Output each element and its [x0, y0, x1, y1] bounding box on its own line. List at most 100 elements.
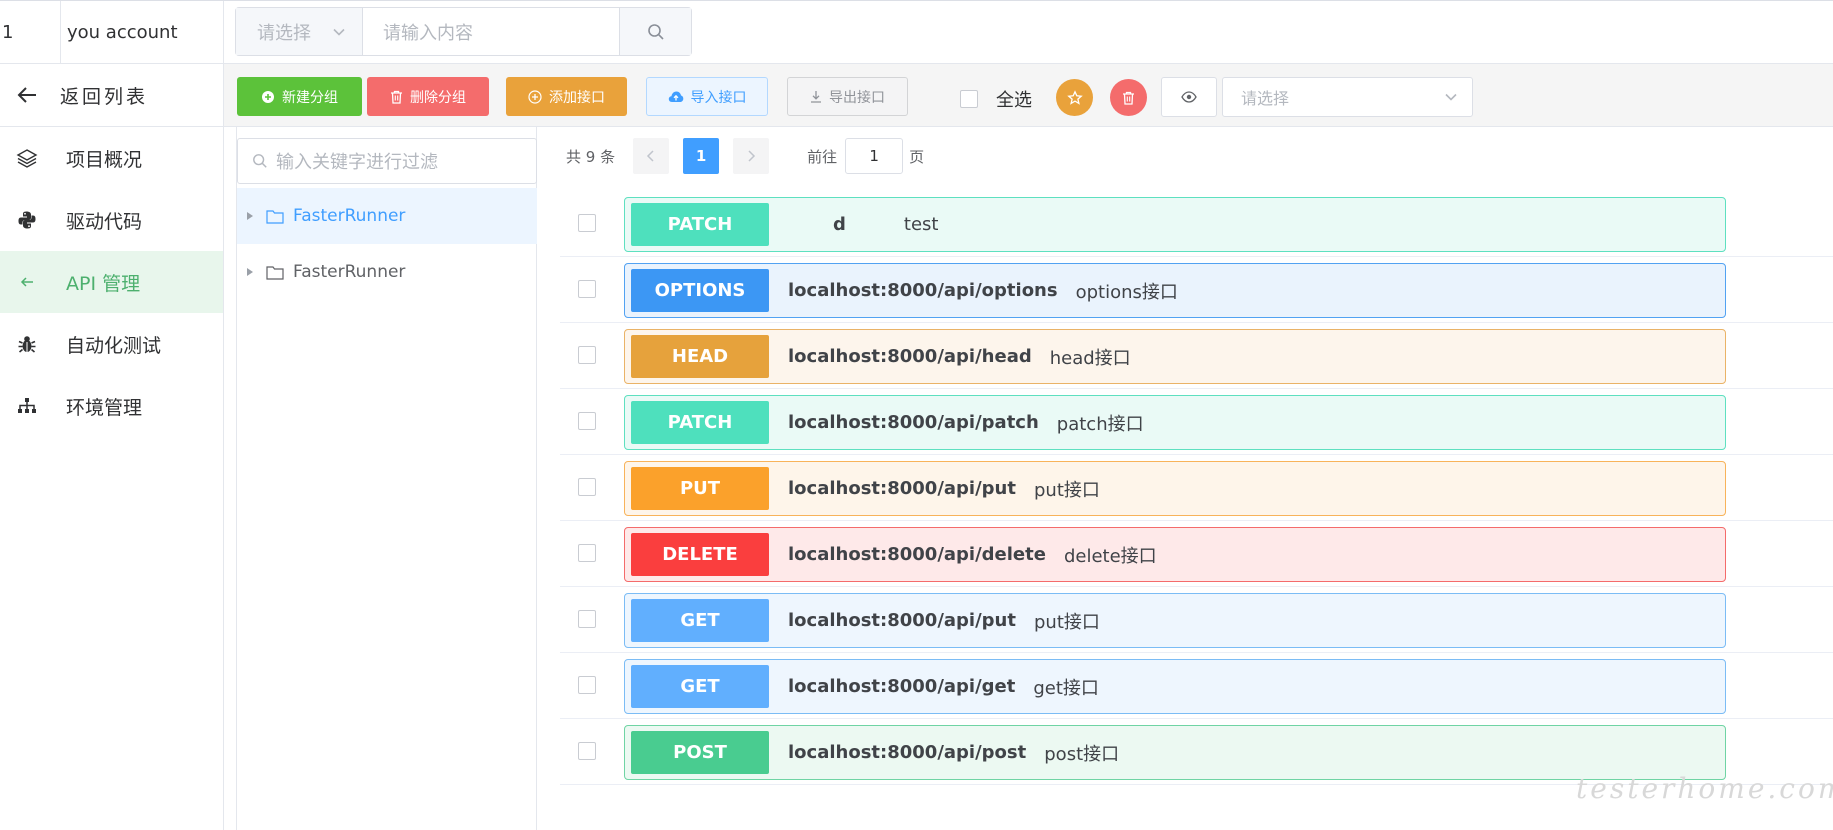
- api-name: options接口: [1075, 281, 1178, 303]
- api-card[interactable]: GET localhost:8000/api/put put接口: [624, 593, 1726, 648]
- arrow-left-icon: [17, 87, 36, 103]
- api-card[interactable]: PUT localhost:8000/api/put put接口: [624, 461, 1726, 516]
- chevron-left-icon: [647, 150, 654, 162]
- favorite-button[interactable]: [1056, 79, 1093, 116]
- new-group-label: 新建分组: [282, 89, 338, 106]
- api-card[interactable]: PATCH d test: [624, 197, 1726, 252]
- api-row-checkbox[interactable]: [578, 610, 596, 628]
- api-row: GET localhost:8000/api/put put接口: [560, 587, 1833, 653]
- sidebar-item-api-management[interactable]: API 管理: [0, 251, 223, 313]
- add-api-button[interactable]: 添加接口: [506, 77, 627, 116]
- goto-suffix: 页: [909, 147, 925, 166]
- api-row-checkbox[interactable]: [578, 346, 596, 364]
- api-name: put接口: [1033, 479, 1100, 501]
- api-name: get接口: [1033, 677, 1099, 699]
- api-row-checkbox[interactable]: [578, 742, 596, 760]
- api-url: localhost:8000/api/delete: [788, 544, 1046, 565]
- api-card[interactable]: OPTIONS localhost:8000/api/options options…: [624, 263, 1726, 318]
- sitemap-icon: [16, 395, 38, 417]
- caret-right-icon[interactable]: [247, 268, 253, 276]
- select-all-checkbox[interactable]: 全选: [960, 86, 1032, 112]
- api-card[interactable]: GET localhost:8000/api/get get接口: [624, 659, 1726, 714]
- back-to-list-button[interactable]: 返回列表: [0, 64, 223, 127]
- api-row-checkbox[interactable]: [578, 412, 596, 430]
- api-row: DELETE localhost:8000/api/delete delete接口: [560, 521, 1833, 587]
- api-row-checkbox[interactable]: [578, 280, 596, 298]
- delete-group-button[interactable]: 删除分组: [367, 77, 489, 116]
- plus-circle-icon: [262, 90, 274, 103]
- sidebar-item-label: API 管理: [66, 272, 141, 295]
- api-url: localhost:8000/api/head: [788, 346, 1032, 367]
- method-badge: PUT: [631, 467, 769, 510]
- api-row: HEAD localhost:8000/api/head head接口: [560, 323, 1833, 389]
- page-number[interactable]: 1: [683, 138, 720, 174]
- tree-node[interactable]: FasterRunner: [237, 244, 537, 300]
- method-badge: GET: [631, 599, 769, 642]
- api-url: localhost:8000/api/options: [788, 280, 1058, 301]
- search-type-placeholder: 请选择: [257, 22, 311, 44]
- sidebar-item-environment[interactable]: 环境管理: [0, 375, 223, 437]
- api-row-checkbox[interactable]: [578, 544, 596, 562]
- export-api-button[interactable]: 导出接口: [787, 77, 908, 116]
- watermark: testerhome.com: [1576, 772, 1833, 805]
- api-url: localhost:8000/api/patch: [788, 412, 1039, 433]
- sidebar-item-driver-code[interactable]: 驱动代码: [0, 189, 223, 251]
- prev-page-button[interactable]: [633, 138, 670, 174]
- api-card[interactable]: POST localhost:8000/api/post post接口: [624, 725, 1726, 780]
- sidebar-item-overview[interactable]: 项目概况: [0, 127, 223, 189]
- method-badge: POST: [631, 731, 769, 774]
- chevron-down-icon: [1445, 93, 1457, 101]
- api-card[interactable]: PATCH localhost:8000/api/patch patch接口: [624, 395, 1726, 450]
- new-group-button[interactable]: 新建分组: [237, 77, 362, 116]
- api-row-checkbox[interactable]: [578, 478, 596, 496]
- trash-icon: [1123, 91, 1134, 105]
- select-all-label: 全选: [996, 90, 1032, 111]
- tree-node-label: FasterRunner: [293, 262, 406, 282]
- download-icon: [811, 91, 821, 103]
- caret-right-icon[interactable]: [247, 212, 253, 220]
- folder-icon: [266, 265, 284, 280]
- api-name: patch接口: [1056, 413, 1144, 435]
- method-badge: PATCH: [631, 203, 769, 246]
- api-name: head接口: [1049, 347, 1131, 369]
- search-input[interactable]: 请输入内容: [363, 8, 619, 55]
- chevron-down-icon: [333, 28, 345, 36]
- api-name: delete接口: [1063, 545, 1157, 567]
- sidebar-item-label: 自动化测试: [66, 334, 162, 357]
- next-page-button[interactable]: [733, 138, 770, 174]
- bug-icon: [16, 333, 38, 355]
- api-row-checkbox[interactable]: [578, 214, 596, 232]
- import-api-button[interactable]: 导入接口: [646, 77, 768, 116]
- sidebar: 返回列表 项目概况 驱动代码 API 管理 自动化测试 环境管理: [0, 64, 224, 830]
- toolbar: 新建分组 删除分组 添加接口 导入接口 导出接口 全选 请选择: [224, 64, 1833, 127]
- goto-page-input[interactable]: 1: [845, 138, 904, 174]
- api-url: d: [833, 214, 846, 235]
- top-bar: 1 you account 请选择 请输入内容: [0, 0, 1833, 64]
- chevron-right-icon: [748, 150, 756, 162]
- search-button[interactable]: [619, 8, 691, 55]
- tree-node[interactable]: FasterRunner: [237, 188, 537, 244]
- delete-selected-button[interactable]: [1110, 79, 1147, 116]
- api-row-checkbox[interactable]: [578, 676, 596, 694]
- checkbox[interactable]: [960, 90, 978, 108]
- user-id: 1: [0, 1, 61, 64]
- api-card[interactable]: HEAD localhost:8000/api/head head接口: [624, 329, 1726, 384]
- api-row: PATCH d test: [560, 191, 1833, 257]
- api-url: localhost:8000/api/post: [788, 742, 1027, 763]
- filter-select[interactable]: 请选择: [1222, 77, 1473, 117]
- api-url: localhost:8000/api/get: [788, 676, 1016, 697]
- total-count: 共 9 条: [566, 147, 616, 166]
- tree-filter-input[interactable]: 输入关键字进行过滤: [237, 138, 537, 184]
- api-row: OPTIONS localhost:8000/api/options options…: [560, 257, 1833, 323]
- view-button[interactable]: [1161, 77, 1217, 117]
- api-row: PUT localhost:8000/api/put put接口: [560, 455, 1833, 521]
- sidebar-item-label: 驱动代码: [66, 210, 143, 233]
- api-card[interactable]: DELETE localhost:8000/api/delete delete接口: [624, 527, 1726, 582]
- api-url: localhost:8000/api/put: [788, 478, 1016, 499]
- sidebar-item-automation-test[interactable]: 自动化测试: [0, 313, 223, 375]
- cloud-upload-icon: [668, 91, 683, 102]
- account-name[interactable]: you account: [61, 1, 224, 64]
- search-type-select[interactable]: 请选择: [236, 8, 363, 55]
- python-icon: [16, 209, 38, 231]
- tree-filter-placeholder: 输入关键字进行过滤: [276, 152, 438, 173]
